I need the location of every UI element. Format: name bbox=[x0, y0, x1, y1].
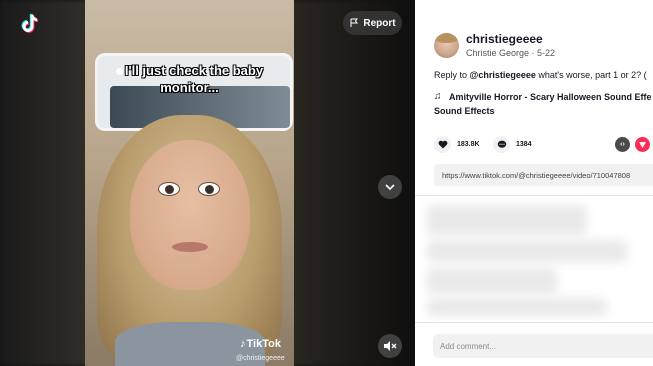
music-title-line1: Amityville Horror - Scary Halloween Soun… bbox=[449, 92, 652, 102]
video-caption-text: I'll just check the baby monitor... bbox=[124, 63, 264, 95]
blurred-comment bbox=[427, 268, 557, 294]
mute-icon bbox=[384, 341, 397, 351]
caption-bullet-icon bbox=[115, 68, 123, 75]
divider bbox=[415, 322, 653, 323]
music-note-icon: ♫ bbox=[434, 91, 442, 102]
embed-icon[interactable]: ‹› bbox=[615, 137, 630, 152]
share-url-field[interactable]: https://www.tiktok.com/@christiegeeee/vi… bbox=[434, 164, 653, 186]
author-username[interactable]: christiegeeee bbox=[466, 32, 543, 46]
comment-button[interactable]: 1384 bbox=[493, 136, 532, 153]
like-button[interactable]: 183.8K bbox=[434, 136, 480, 153]
report-label: Report bbox=[363, 17, 396, 29]
description-prefix: Reply to bbox=[434, 70, 468, 80]
author-display-name: Christie George bbox=[466, 48, 530, 58]
video-caption: I'll just check the baby monitor... bbox=[85, 62, 294, 96]
person-face bbox=[130, 140, 250, 290]
mouth bbox=[172, 242, 208, 252]
video-stage: I'll just check the baby monitor... ♪Tik… bbox=[0, 0, 415, 366]
watermark-user: @christiegeeee bbox=[236, 355, 285, 362]
tiktok-logo-icon[interactable] bbox=[17, 12, 39, 36]
flag-icon bbox=[350, 18, 359, 27]
right-eye bbox=[198, 182, 220, 196]
details-panel: christiegeeee Christie George · 5-22 Rep… bbox=[415, 0, 653, 366]
tiktok-video-viewer: I'll just check the baby monitor... ♪Tik… bbox=[0, 0, 653, 366]
description-text: what's worse, part 1 or 2? ( bbox=[538, 70, 647, 80]
post-date: 5-22 bbox=[537, 48, 556, 58]
description-mention-link[interactable]: @christiegeeee bbox=[470, 70, 536, 80]
share-icon[interactable] bbox=[635, 137, 650, 152]
video-frame[interactable]: I'll just check the baby monitor... ♪Tik… bbox=[85, 0, 294, 366]
author-meta: Christie George · 5-22 bbox=[466, 48, 556, 58]
blurred-comment bbox=[427, 298, 607, 316]
mute-button[interactable] bbox=[378, 334, 402, 358]
avatar[interactable] bbox=[434, 33, 459, 58]
left-eye bbox=[158, 182, 180, 196]
blurred-comment bbox=[427, 205, 587, 235]
watermark-brand-text: TikTok bbox=[246, 338, 281, 350]
tiktok-watermark: ♪TikTok @christiegeeee bbox=[236, 338, 285, 362]
blurred-comment bbox=[427, 240, 627, 262]
like-count: 183.8K bbox=[457, 141, 480, 148]
music-title-line2: Sound Effects bbox=[434, 106, 495, 116]
tiktok-note-icon: ♪ bbox=[240, 338, 246, 350]
heart-icon bbox=[434, 136, 451, 153]
chevron-down-icon bbox=[385, 184, 395, 191]
watermark-brand: ♪TikTok bbox=[240, 338, 281, 350]
comment-icon bbox=[493, 136, 510, 153]
video-description: Reply to @christiegeeee what's worse, pa… bbox=[434, 70, 647, 80]
comment-input[interactable]: Add comment... bbox=[433, 334, 653, 358]
divider bbox=[415, 195, 653, 196]
report-button[interactable]: Report bbox=[343, 11, 402, 35]
next-video-button[interactable] bbox=[378, 175, 402, 199]
comment-count: 1384 bbox=[516, 141, 532, 148]
